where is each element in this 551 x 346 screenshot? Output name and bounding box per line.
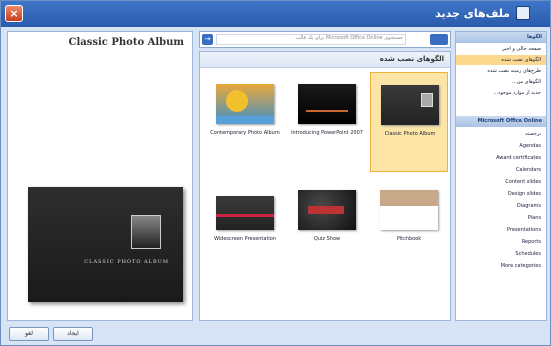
category-item-installed-templates[interactable]: الگوهای نصب شده [456,55,546,65]
template-label: Classic Photo Album [384,131,436,137]
template-gallery: الگوهای نصب شده Classic Photo Album Intr… [199,51,451,321]
cancel-button[interactable]: لغو [9,327,49,341]
template-classic-photo-album[interactable]: Classic Photo Album [370,72,448,172]
gallery-title: الگوهای نصب شده [379,55,444,63]
category-item[interactable]: Calendars [456,165,546,175]
template-label: Quiz Show [313,236,341,242]
category-header-office-online: Microsoft Office Online [456,116,546,127]
template-pitchbook[interactable]: Pitchbook [370,178,448,278]
category-item[interactable]: صفحه خالی و اخیر [456,44,546,54]
template-label: Introducing PowerPoint 2007 [291,130,363,136]
category-item[interactable]: More categories [456,261,546,271]
search-arrow-icon[interactable]: → [202,34,213,45]
photo-icon [131,215,161,249]
template-label: Widescreen Presentation [213,236,277,242]
search-bar: → جستجوی Microsoft Office Online برای یک… [199,31,451,48]
category-item[interactable]: برجسته [456,129,546,139]
search-go-button[interactable] [430,34,448,45]
template-thumbnail [216,84,274,124]
category-item[interactable]: Reports [456,237,546,247]
gallery-header: الگوهای نصب شده [200,52,450,68]
search-input[interactable]: جستجوی Microsoft Office Online برای یک ق… [216,34,406,45]
close-button[interactable]: × [5,5,23,22]
category-item[interactable]: Agendas [456,141,546,151]
create-button[interactable]: ایجاد [53,327,93,341]
template-thumbnail [298,84,356,124]
preview-caption: CLASSIC PHOTO ALBUM [84,259,169,265]
category-item[interactable]: Content slides [456,177,546,187]
window-title: ملف‌های جدید [435,7,510,20]
category-item[interactable]: Design slides [456,189,546,199]
category-header-templates: الگوها [456,32,546,43]
category-item[interactable]: Award certificates [456,153,546,163]
template-contemporary-photo-album[interactable]: Contemporary Photo Album [206,72,284,172]
category-item[interactable]: طرح‌های زمینه نصب شده [456,66,546,76]
template-thumbnail [298,190,356,230]
category-item[interactable]: Schedules [456,249,546,259]
category-item[interactable]: جدید از موارد موجود... [456,88,546,98]
preview-pane: Classic Photo Album CLASSIC PHOTO ALBUM [7,31,193,321]
title-bar: × ملف‌های جدید [1,1,550,27]
category-item[interactable]: Plans [456,213,546,223]
category-item[interactable]: الگوهای من... [456,77,546,87]
template-introducing-powerpoint[interactable]: Introducing PowerPoint 2007 [288,72,366,172]
template-quiz-show[interactable]: Quiz Show [288,178,366,278]
template-label: Contemporary Photo Album [210,130,280,136]
preview-title: Classic Photo Album [68,37,185,48]
category-item[interactable]: Presentations [456,225,546,235]
template-label: Pitchbook [396,236,422,242]
template-widescreen-presentation[interactable]: Widescreen Presentation [206,178,284,278]
template-thumbnail [381,85,439,125]
category-pane: الگوها صفحه خالی و اخیر الگوهای نصب شده … [455,31,547,321]
template-thumbnail [380,190,438,230]
preview-image: CLASSIC PHOTO ALBUM [28,187,183,302]
template-thumbnail [216,196,274,230]
app-icon [516,6,530,20]
new-presentation-dialog: × ملف‌های جدید Classic Photo Album CLASS… [0,0,551,346]
category-item[interactable]: Diagrams [456,201,546,211]
